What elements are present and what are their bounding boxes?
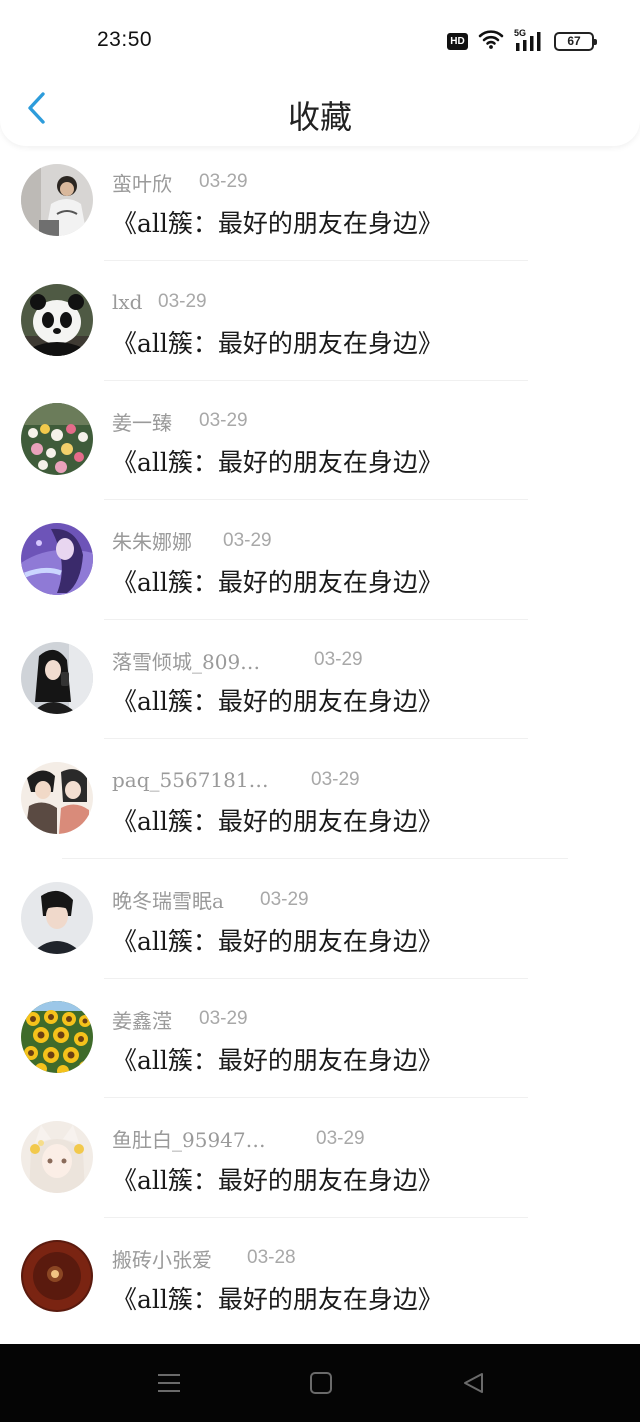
item-title[interactable]: 《all簇：最好的朋友在身边》 [112, 563, 443, 599]
item-meta: lxd 03-29 [112, 288, 207, 316]
username[interactable]: 鱼肚白_95947… [112, 1124, 316, 1153]
home-button[interactable] [307, 1370, 335, 1396]
item-meta: 晚冬瑞雪眠a 03-29 [112, 886, 309, 914]
avatar[interactable] [21, 1240, 93, 1313]
menu-button[interactable] [155, 1370, 183, 1396]
status-bar: 23:50 HD 5G 67 [0, 0, 640, 80]
avatar[interactable] [21, 403, 93, 476]
sunflowers-avatar [21, 1001, 93, 1074]
username[interactable]: 姜鑫滢 [112, 1005, 199, 1034]
system-back-button[interactable] [460, 1370, 488, 1396]
divider [104, 499, 528, 501]
cellular-signal-icon: 5G [514, 28, 544, 52]
avatar[interactable] [21, 522, 93, 595]
divider [104, 379, 528, 381]
person-photo-avatar [21, 164, 93, 236]
nav-bar: 收藏 [0, 80, 640, 146]
favorite-list-item[interactable]: lxd 03-29 《all簇：最好的朋友在身边》 [0, 266, 640, 386]
divider [104, 618, 528, 620]
item-title[interactable]: 《all簇：最好的朋友在身边》 [112, 204, 443, 240]
favorites-screen: 23:50 HD 5G 67 收藏 蛮叶欣 03-29 《all簇：最好的朋友在… [0, 0, 640, 1422]
page-title: 收藏 [287, 98, 352, 136]
username[interactable]: 蛮叶欣 [112, 168, 199, 197]
favorite-list-item[interactable]: 蛮叶欣 03-29 《all簇：最好的朋友在身边》 [0, 146, 640, 266]
wifi-icon [478, 28, 504, 54]
date: 03-29 [314, 649, 363, 671]
favorite-list-item[interactable]: 晚冬瑞雪眠a 03-29 《all簇：最好的朋友在身边》 [0, 864, 640, 984]
item-meta: 蛮叶欣 03-29 [112, 168, 248, 196]
item-meta: 姜鑫滢 03-29 [112, 1005, 248, 1033]
status-icons: HD 5G 67 [447, 28, 597, 54]
cat-girl-avatar [21, 1120, 93, 1193]
avatar[interactable] [21, 283, 93, 356]
date: 03-29 [199, 1008, 248, 1030]
girl-photo-avatar [21, 642, 93, 715]
date: 03-29 [158, 290, 207, 312]
username[interactable]: 落雪倾城_809… [112, 646, 314, 675]
avatar[interactable] [21, 881, 93, 954]
item-title[interactable]: 《all簇：最好的朋友在身边》 [112, 802, 443, 838]
item-title[interactable]: 《all簇：最好的朋友在身边》 [112, 1280, 443, 1316]
item-title[interactable]: 《all簇：最好的朋友在身边》 [112, 682, 443, 718]
moon-avatar [21, 1240, 93, 1313]
battery-indicator: 67 [554, 31, 597, 51]
item-meta: 搬砖小张爱 03-28 [112, 1244, 296, 1272]
divider [104, 738, 528, 740]
back-triangle-icon [460, 1373, 488, 1400]
date: 03-29 [199, 410, 248, 432]
menu-icon [155, 1374, 183, 1400]
username[interactable]: 姜一臻 [112, 407, 199, 436]
boy-photo-avatar [21, 881, 93, 954]
comic-couple-avatar [21, 761, 93, 834]
flowers-avatar [21, 403, 93, 476]
divider [104, 1097, 528, 1099]
favorite-list-item[interactable]: 搬砖小张爱 03-28 《all簇：最好的朋友在身边》 [0, 1222, 640, 1342]
date: 03-29 [311, 768, 360, 790]
divider [104, 977, 528, 979]
date: 03-29 [316, 1127, 365, 1149]
favorite-list-item[interactable]: 鱼肚白_95947… 03-29 《all簇：最好的朋友在身边》 [0, 1103, 640, 1223]
item-title[interactable]: 《all簇：最好的朋友在身边》 [112, 1041, 443, 1077]
date: 03-29 [223, 529, 272, 551]
username[interactable]: lxd [112, 290, 158, 314]
item-meta: paq_5567181… 03-29 [112, 766, 360, 794]
favorite-list-item[interactable]: 姜鑫滢 03-29 《all簇：最好的朋友在身边》 [0, 983, 640, 1103]
favorite-list-item[interactable]: 朱朱娜娜 03-29 《all簇：最好的朋友在身边》 [0, 505, 640, 625]
username[interactable]: 朱朱娜娜 [112, 526, 223, 555]
favorite-list-item[interactable]: 落雪倾城_809… 03-29 《all簇：最好的朋友在身边》 [0, 624, 640, 744]
item-title[interactable]: 《all簇：最好的朋友在身边》 [112, 443, 443, 479]
system-navigation-bar [0, 1344, 640, 1422]
date: 03-28 [247, 1247, 296, 1269]
item-title[interactable]: 《all簇：最好的朋友在身边》 [112, 324, 443, 360]
item-meta: 鱼肚白_95947… 03-29 [112, 1125, 365, 1153]
item-title[interactable]: 《all簇：最好的朋友在身边》 [112, 1161, 443, 1197]
avatar[interactable] [21, 1001, 93, 1074]
date: 03-29 [260, 888, 309, 910]
username[interactable]: 晚冬瑞雪眠a [112, 885, 260, 914]
username[interactable]: paq_5567181… [112, 768, 311, 792]
header-card: 23:50 HD 5G 67 收藏 [0, 0, 640, 146]
item-meta: 姜一臻 03-29 [112, 407, 248, 435]
item-meta: 落雪倾城_809… 03-29 [112, 646, 363, 674]
username[interactable]: 搬砖小张爱 [112, 1244, 247, 1273]
avatar[interactable] [21, 164, 93, 236]
favorites-list: 蛮叶欣 03-29 《all簇：最好的朋友在身边》 lxd 03-29 《all… [0, 146, 640, 1342]
item-title[interactable]: 《all簇：最好的朋友在身边》 [112, 922, 443, 958]
divider [62, 857, 568, 859]
avatar[interactable] [21, 642, 93, 715]
anime-girl-avatar [21, 522, 93, 595]
divider [104, 1216, 528, 1218]
favorite-list-item[interactable]: paq_5567181… 03-29 《all簇：最好的朋友在身边》 [0, 744, 640, 864]
avatar[interactable] [21, 1120, 93, 1193]
status-time: 23:50 [97, 28, 153, 51]
divider [104, 260, 528, 261]
home-square-icon [307, 1372, 335, 1400]
hd-badge: HD [447, 32, 468, 50]
panda-avatar [21, 283, 93, 356]
date: 03-29 [199, 171, 248, 192]
avatar[interactable] [21, 761, 93, 834]
item-meta: 朱朱娜娜 03-29 [112, 527, 272, 555]
favorite-list-item[interactable]: 姜一臻 03-29 《all簇：最好的朋友在身边》 [0, 385, 640, 505]
